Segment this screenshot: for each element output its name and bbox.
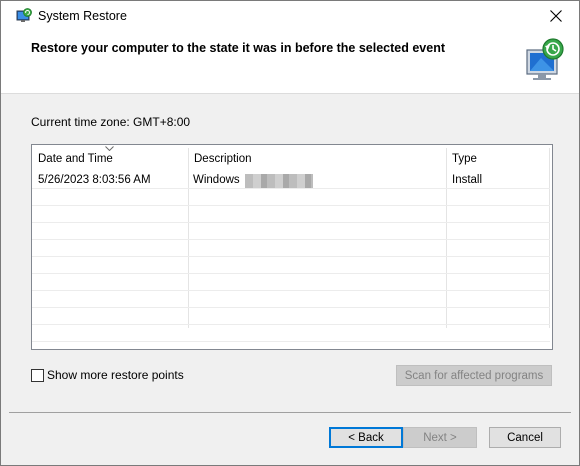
timezone-label: Current time zone: GMT+8:00 <box>31 115 191 129</box>
empty-row <box>32 308 550 325</box>
empty-row <box>32 206 550 223</box>
cell-type: Install <box>452 174 483 186</box>
checkbox-box[interactable] <box>31 368 44 382</box>
column-header-description[interactable]: Description <box>188 145 446 172</box>
system-restore-monitor-icon <box>526 38 564 80</box>
next-button[interactable]: Next > <box>403 427 477 448</box>
close-icon <box>550 10 562 22</box>
empty-row <box>32 325 550 342</box>
back-button[interactable]: < Back <box>329 427 403 448</box>
empty-row <box>32 240 550 257</box>
show-more-restore-points-checkbox[interactable]: Show more restore points <box>31 368 184 382</box>
system-restore-icon <box>16 8 32 22</box>
column-label-date: Date and Time <box>38 153 113 165</box>
cell-description: Windows <box>193 174 240 186</box>
column-label-type: Type <box>452 153 477 165</box>
empty-row <box>32 257 550 274</box>
sort-chevron-icon <box>105 146 114 151</box>
empty-row <box>32 274 550 291</box>
header-instruction: Restore your computer to the state it wa… <box>31 41 445 55</box>
system-restore-dialog: System Restore Restore your computer to … <box>0 0 580 466</box>
redacted-description <box>245 174 313 188</box>
footer-divider <box>9 412 571 413</box>
show-more-label: Show more restore points <box>47 368 184 382</box>
cancel-button-label: Cancel <box>507 431 543 444</box>
list-header: Date and Time Description Type <box>32 145 552 172</box>
header-panel: Restore your computer to the state it wa… <box>1 31 579 94</box>
column-header-date[interactable]: Date and Time <box>32 145 188 172</box>
next-button-label: Next > <box>423 431 457 444</box>
empty-row <box>32 189 550 206</box>
empty-row <box>32 223 550 240</box>
cell-date: 5/26/2023 8:03:56 AM <box>38 174 151 186</box>
column-header-type[interactable]: Type <box>446 145 550 172</box>
scan-affected-programs-button[interactable]: Scan for affected programs <box>396 365 552 386</box>
back-button-label: < Back <box>348 431 384 444</box>
close-button[interactable] <box>533 1 579 31</box>
column-label-description: Description <box>194 153 252 165</box>
scan-button-label: Scan for affected programs <box>404 369 544 382</box>
empty-row <box>32 291 550 308</box>
window-title: System Restore <box>38 9 127 23</box>
title-bar: System Restore <box>1 1 579 31</box>
cancel-button[interactable]: Cancel <box>489 427 561 448</box>
